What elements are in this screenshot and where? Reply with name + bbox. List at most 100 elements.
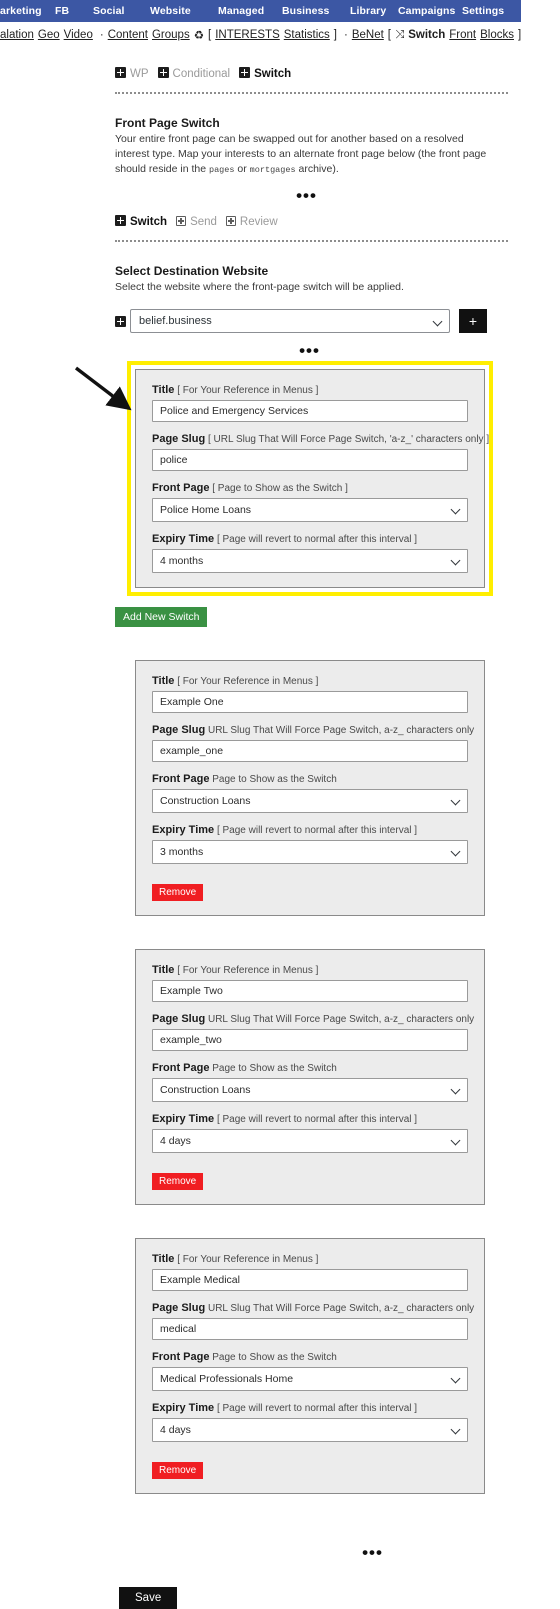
save-button[interactable]: Save <box>119 1587 178 1609</box>
expiry-time-select[interactable]: 3 months <box>152 840 468 864</box>
card-gap <box>0 1494 560 1527</box>
page-slug-input[interactable] <box>152 1318 468 1340</box>
breadcrumb-link-blocks[interactable]: Blocks <box>480 29 514 41</box>
front-page-select-wrap: Construction Loans <box>152 1078 468 1102</box>
front-page-label-text: Front Page <box>152 482 210 494</box>
front-page-select-wrap: Construction Loans <box>152 789 468 813</box>
page-slug-label-text: Page Slug <box>152 1013 206 1025</box>
title-label-text: Title <box>152 384 175 396</box>
expiry-select-wrap: 4 days <box>152 1418 468 1442</box>
expiry-time-select[interactable]: 4 days <box>152 1129 468 1153</box>
front-page-label-hint: [ Page to Show as the Switch ] <box>212 483 348 494</box>
tab-switch[interactable]: Switch <box>239 66 291 82</box>
expiry-time-label-hint: [ Page will revert to normal after this … <box>216 825 418 836</box>
page-slug-input[interactable] <box>152 1029 468 1051</box>
adminbar-item-fb[interactable]: FB <box>55 5 69 17</box>
page-slug-label-hint: URL Slug That Will Force Page Switch, a-… <box>207 725 475 736</box>
front-page-label-hint: Page to Show as the Switch <box>212 1063 337 1074</box>
adminbar-item-website[interactable]: Website <box>150 5 191 17</box>
breadcrumb-link-switch[interactable]: Switch <box>408 29 445 41</box>
adminbar-item-arketing[interactable]: arketing <box>0 5 42 17</box>
expiry-time-label: Expiry Time [ Page will revert to normal… <box>152 1113 468 1125</box>
field-group: Page Slug URL Slug That Will Force Page … <box>152 1013 474 1051</box>
destination-website-select[interactable]: belief.business <box>130 309 450 333</box>
breadcrumb-link-content[interactable]: Content <box>108 29 148 41</box>
title-input[interactable] <box>152 980 468 1002</box>
adminbar-item-settings[interactable]: Settings <box>462 5 504 17</box>
field-group: Title [ For Your Reference in Menus ] <box>152 384 468 422</box>
tab-label: Review <box>239 216 278 228</box>
plus-square-outline-icon <box>225 216 236 226</box>
field-group: Front Page Page to Show as the Switch Med… <box>152 1351 468 1391</box>
remove-switch-button[interactable]: Remove <box>152 1462 204 1479</box>
main-content: WP Conditional Switch Front Page Switch Yo… <box>0 48 560 1609</box>
front-page-select[interactable]: Construction Loans <box>152 1078 468 1102</box>
tab-conditional[interactable]: Conditional <box>157 66 230 82</box>
expiry-time-select[interactable]: 4 months <box>152 549 468 573</box>
title-input[interactable] <box>152 400 468 422</box>
expiry-select-wrap: 4 months <box>152 549 468 573</box>
adminbar-item-managed[interactable]: Managed <box>218 5 264 17</box>
breadcrumb-link-groups[interactable]: Groups <box>152 29 190 41</box>
expiry-time-label-text: Expiry Time <box>152 533 215 545</box>
page-slug-label: Page Slug [ URL Slug That Will Force Pag… <box>152 433 489 445</box>
front-page-select[interactable]: Construction Loans <box>152 789 468 813</box>
expiry-select-wrap: 3 months <box>152 840 468 864</box>
breadcrumb-text: [ <box>387 29 391 41</box>
breadcrumb-text: [ <box>208 29 212 41</box>
front-page-label-text: Front Page <box>152 1351 210 1363</box>
title-input[interactable] <box>152 691 468 713</box>
page-description: Your entire front page can be swapped ou… <box>115 132 500 178</box>
adminbar-item-business[interactable]: Business <box>282 5 330 17</box>
switch-card-body: Title [ For Your Reference in Menus ] Pag… <box>135 1238 485 1494</box>
page-description-part3: archive). <box>295 163 339 175</box>
field-group: Expiry Time [ Page will revert to normal… <box>152 533 468 573</box>
field-group: Front Page Page to Show as the Switch Con… <box>152 1062 468 1102</box>
remove-switch-button[interactable]: Remove <box>152 1173 204 1190</box>
title-label-hint: [ For Your Reference in Menus ] <box>177 385 319 396</box>
front-page-select[interactable]: Police Home Loans <box>152 498 468 522</box>
adminbar-item-campaigns[interactable]: Campaigns <box>398 5 456 17</box>
breadcrumb-dot: · <box>343 29 348 41</box>
page-slug-label: Page Slug URL Slug That Will Force Page … <box>152 1302 474 1314</box>
remove-switch-button[interactable]: Remove <box>152 884 204 901</box>
expiry-time-label: Expiry Time [ Page will revert to normal… <box>152 824 468 836</box>
destination-title: Select Destination Website <box>115 264 269 278</box>
field-group: Expiry Time [ Page will revert to normal… <box>152 1402 468 1442</box>
tab-send[interactable]: Send <box>176 214 217 230</box>
breadcrumb-link-video[interactable]: Video <box>64 29 93 41</box>
title-label-hint: [ For Your Reference in Menus ] <box>177 676 319 687</box>
destination-select-wrap: belief.business <box>130 309 450 333</box>
page-description-part2: or <box>234 163 250 175</box>
tab-review[interactable]: Review <box>225 214 278 230</box>
front-page-select-wrap: Police Home Loans <box>152 498 468 522</box>
add-website-button[interactable]: + <box>459 309 487 333</box>
breadcrumb-link-alation[interactable]: alation <box>0 29 34 41</box>
title-input[interactable] <box>152 1269 468 1291</box>
adminbar-item-library[interactable]: Library <box>350 5 386 17</box>
breadcrumb-link-geo[interactable]: Geo <box>38 29 60 41</box>
front-page-select-wrap: Medical Professionals Home <box>152 1367 468 1391</box>
field-group: Expiry Time [ Page will revert to normal… <box>152 824 468 864</box>
field-group: Front Page Page to Show as the Switch Con… <box>152 773 468 813</box>
tab-switch[interactable]: Switch <box>115 214 167 230</box>
destination-row: belief.business + <box>115 309 508 333</box>
page-slug-input[interactable] <box>152 449 468 471</box>
front-page-label: Front Page Page to Show as the Switch <box>152 1062 468 1074</box>
expiry-time-label-hint: [ Page will revert to normal after this … <box>216 1114 418 1125</box>
breadcrumb-link-statistics[interactable]: Statistics <box>284 29 330 41</box>
breadcrumb-link-benet[interactable]: BeNet <box>352 29 384 41</box>
breadcrumb-link-interests[interactable]: INTERESTS <box>215 29 280 41</box>
breadcrumb-link-front[interactable]: Front <box>449 29 476 41</box>
add-new-switch-button[interactable]: Add New Switch <box>115 607 208 627</box>
ellipsis-separator-1: ••• <box>296 186 317 205</box>
shuffle-icon: ⤨ <box>395 28 405 41</box>
expiry-time-select[interactable]: 4 days <box>152 1418 468 1442</box>
page-slug-input[interactable] <box>152 740 468 762</box>
adminbar-item-social[interactable]: Social <box>93 5 125 17</box>
plus-square-outline-icon <box>176 216 187 226</box>
front-page-select[interactable]: Medical Professionals Home <box>152 1367 468 1391</box>
field-group: Title [ For Your Reference in Menus ] <box>152 675 468 713</box>
breadcrumb-text: ] <box>333 29 337 41</box>
tab-wp[interactable]: WP <box>115 66 149 82</box>
